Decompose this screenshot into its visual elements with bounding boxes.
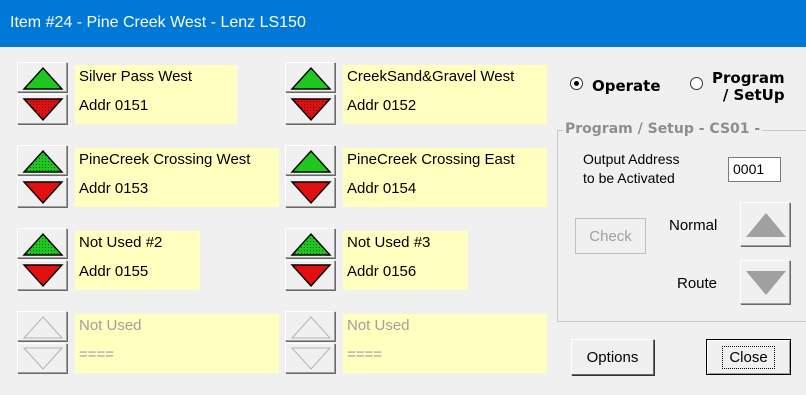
turnout-control: PineCreek Crossing East Addr 0154 bbox=[285, 145, 553, 209]
throw-up-button[interactable] bbox=[285, 311, 335, 341]
turnout-label-box: PineCreek Crossing East Addr 0154 bbox=[343, 148, 547, 207]
throw-up-button[interactable] bbox=[17, 62, 67, 92]
turnout-label-box: PineCreek Crossing West Addr 0153 bbox=[75, 148, 279, 207]
throw-down-button[interactable] bbox=[285, 260, 335, 290]
turnout-control: Silver Pass West Addr 0151 bbox=[17, 62, 285, 126]
options-button[interactable]: Options bbox=[571, 339, 654, 375]
turnout-name: PineCreek Crossing West bbox=[79, 151, 251, 168]
turnout-name: PineCreek Crossing East bbox=[347, 151, 515, 168]
arrow-down-gray-icon bbox=[746, 271, 786, 295]
turnout-label-box: Not Used #2 Addr 0155 bbox=[75, 231, 200, 290]
turnout-name: Silver Pass West bbox=[79, 68, 193, 85]
turnout-address: Addr 0156 bbox=[347, 263, 417, 280]
arrow-down-red-icon bbox=[290, 264, 332, 288]
turnout-name: Not Used #2 bbox=[79, 234, 163, 251]
turnout-control: CreekSand&Gravel West Addr 0152 bbox=[285, 62, 553, 126]
throw-down-button[interactable] bbox=[285, 94, 335, 124]
turnout-name: Not Used bbox=[347, 317, 410, 334]
arrow-up-gray-icon bbox=[746, 213, 786, 237]
output-address-label: Output Address to be Activated bbox=[583, 150, 680, 188]
program-setup-label: Program / SetUp bbox=[712, 70, 785, 104]
turnout-label-box: Not Used ==== bbox=[75, 314, 279, 373]
title-bar: Item #24 - Pine Creek West - Lenz LS150 bbox=[0, 0, 806, 47]
throw-down-button[interactable] bbox=[17, 94, 67, 124]
turnout-label-box: Silver Pass West Addr 0151 bbox=[75, 65, 237, 124]
arrow-down-red-icon bbox=[22, 264, 64, 288]
turnout-address: Addr 0152 bbox=[347, 97, 417, 114]
program-label-line1: Program bbox=[712, 69, 785, 87]
arrow-up-gray-icon bbox=[290, 316, 332, 339]
throw-up-button[interactable] bbox=[285, 228, 335, 258]
turnout-address: Addr 0151 bbox=[79, 97, 149, 114]
output-address-label-line1: Output Address bbox=[583, 151, 680, 167]
program-setup-radio[interactable]: Program / SetUp bbox=[690, 70, 785, 104]
operate-label: Operate bbox=[592, 77, 661, 95]
operate-radio-icon[interactable] bbox=[570, 77, 583, 90]
arrow-down-red-icon bbox=[22, 181, 64, 205]
check-button[interactable]: Check bbox=[575, 218, 646, 254]
arrow-down-red-icon bbox=[290, 98, 332, 122]
arrow-down-red-icon bbox=[22, 98, 64, 122]
turnout-address: ==== bbox=[79, 346, 115, 363]
arrow-up-green-icon bbox=[22, 66, 64, 90]
arrow-up-green-icon bbox=[22, 149, 64, 173]
output-address-label-line2: to be Activated bbox=[583, 170, 675, 186]
normal-label: Normal bbox=[669, 217, 718, 234]
turnout-control: PineCreek Crossing West Addr 0153 bbox=[17, 145, 285, 209]
turnout-control: Not Used ==== bbox=[285, 311, 553, 375]
throw-up-button[interactable] bbox=[17, 228, 67, 258]
turnout-control: Not Used #2 Addr 0155 bbox=[17, 228, 285, 292]
close-button-label: Close bbox=[722, 345, 775, 369]
turnout-label-box: Not Used ==== bbox=[343, 314, 547, 373]
turnout-name: Not Used bbox=[79, 317, 142, 334]
throw-up-button[interactable] bbox=[285, 62, 335, 92]
throw-down-button[interactable] bbox=[285, 343, 335, 373]
throw-down-button[interactable] bbox=[17, 260, 67, 290]
close-button[interactable]: Close bbox=[706, 339, 791, 375]
arrow-up-green-icon bbox=[290, 232, 332, 256]
throw-up-button[interactable] bbox=[285, 145, 335, 175]
output-address-input[interactable]: 0001 bbox=[728, 157, 781, 182]
turnout-label-box: Not Used #3 Addr 0156 bbox=[343, 231, 468, 290]
turnout-address: Addr 0153 bbox=[79, 180, 149, 197]
turnout-label-box: CreekSand&Gravel West Addr 0152 bbox=[343, 65, 547, 124]
throw-up-button[interactable] bbox=[17, 311, 67, 341]
route-arrow-button[interactable] bbox=[740, 260, 790, 304]
arrow-up-green-icon bbox=[290, 149, 332, 173]
throw-down-button[interactable] bbox=[17, 343, 67, 373]
arrow-down-gray-icon bbox=[290, 347, 332, 370]
turnout-control: Not Used ==== bbox=[17, 311, 285, 375]
turnout-address: Addr 0154 bbox=[347, 180, 417, 197]
turnout-name: Not Used #3 bbox=[347, 234, 431, 251]
window-title: Item #24 - Pine Creek West - Lenz LS150 bbox=[10, 14, 306, 31]
program-label-line2: / SetUp bbox=[722, 86, 785, 104]
throw-down-button[interactable] bbox=[285, 177, 335, 207]
program-setup-group-title: Program / Setup - CS01 - bbox=[563, 121, 763, 137]
normal-arrow-button[interactable] bbox=[740, 202, 790, 246]
arrow-up-gray-icon bbox=[22, 316, 64, 339]
throw-up-button[interactable] bbox=[17, 145, 67, 175]
arrow-down-red-icon bbox=[290, 181, 332, 205]
arrow-up-green-icon bbox=[290, 66, 332, 90]
operate-radio[interactable]: Operate bbox=[570, 70, 661, 95]
arrow-down-gray-icon bbox=[22, 347, 64, 370]
turnout-address: Addr 0155 bbox=[79, 263, 149, 280]
program-setup-radio-icon[interactable] bbox=[690, 77, 703, 90]
turnout-control: Not Used #3 Addr 0156 bbox=[285, 228, 553, 292]
turnout-name: CreekSand&Gravel West bbox=[347, 68, 515, 85]
arrow-up-green-icon bbox=[22, 232, 64, 256]
throw-down-button[interactable] bbox=[17, 177, 67, 207]
route-label: Route bbox=[677, 275, 718, 292]
turnout-address: ==== bbox=[347, 346, 383, 363]
